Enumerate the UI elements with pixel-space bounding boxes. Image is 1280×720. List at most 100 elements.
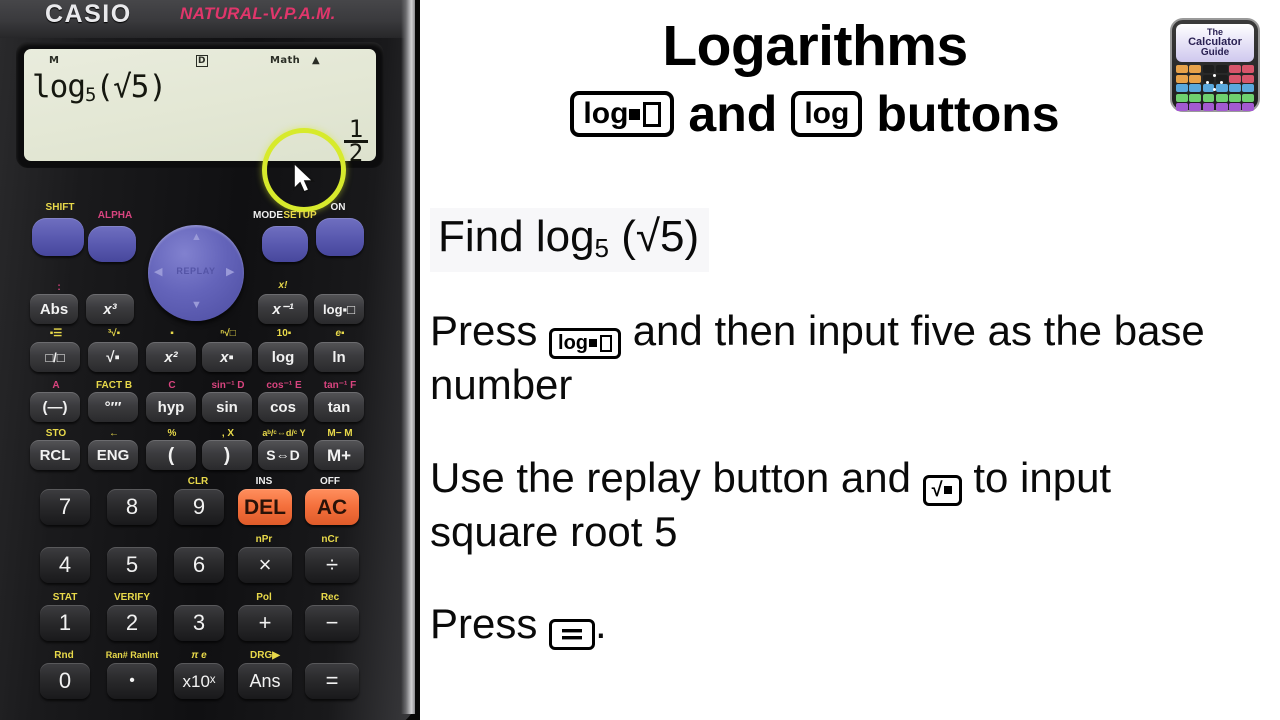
- calculator-right-edge: [401, 0, 415, 714]
- logo-replay-dot-down-icon: [1213, 88, 1216, 91]
- key-equals[interactable]: =: [305, 663, 359, 699]
- shift-key[interactable]: [32, 218, 84, 256]
- key-hyp[interactable]: hyp: [146, 392, 196, 422]
- mode-setup-key[interactable]: [262, 226, 308, 262]
- logo-key-cell: [1229, 74, 1241, 83]
- key-eng[interactable]: ENG: [88, 440, 138, 470]
- key-9[interactable]: 9: [174, 489, 224, 525]
- step-2: Use the replay button and √ to input squ…: [430, 452, 1230, 557]
- on-key[interactable]: [316, 218, 364, 256]
- step-1-log-base-key-icon: log: [549, 327, 622, 359]
- lcd-expression-argument: (√5): [95, 69, 167, 105]
- key-square-root[interactable]: √▪: [88, 342, 138, 372]
- key-sin[interactable]: sin: [202, 392, 252, 422]
- key-6-label: 6: [192, 552, 206, 577]
- key-tan[interactable]: tan: [314, 392, 364, 422]
- key-x-squared[interactable]: x²: [146, 342, 196, 372]
- log-key-icon-text: log: [804, 97, 850, 130]
- key-square-root-label: √▪: [106, 348, 120, 366]
- key-del[interactable]: DEL: [238, 489, 292, 525]
- subtitle-and: and: [688, 86, 778, 142]
- key-2[interactable]: 2: [107, 605, 157, 641]
- logo-key-cell: [1242, 93, 1254, 102]
- key-open-paren[interactable]: (: [146, 440, 196, 470]
- key-x-cubed[interactable]: x³: [86, 294, 134, 324]
- key-ln[interactable]: ln: [314, 342, 364, 372]
- filled-square-icon: [589, 339, 598, 348]
- key-minus-label: −: [325, 610, 339, 635]
- empty-square-icon: [643, 101, 662, 127]
- lcd-expression-log: log: [32, 69, 86, 105]
- replay-right-icon[interactable]: ▶: [226, 265, 234, 278]
- key-4[interactable]: 4: [40, 547, 90, 583]
- step-2-prefix: Use the replay button and: [430, 454, 911, 501]
- key-multiply[interactable]: ×: [238, 547, 292, 583]
- sub-percent: %: [167, 428, 177, 439]
- key-log-base[interactable]: log▪□: [314, 294, 364, 324]
- key-times-ten-power[interactable]: x10ˣ: [174, 663, 224, 699]
- sub-off: OFF: [320, 476, 340, 487]
- key-ac-label: AC: [316, 495, 348, 519]
- casio-brand-logo: CASIO: [45, 0, 132, 28]
- key-divide[interactable]: ÷: [305, 547, 359, 583]
- key-s-to-d[interactable]: S⇔D: [258, 440, 308, 470]
- key-6[interactable]: 6: [174, 547, 224, 583]
- step-3-prefix: Press: [430, 600, 538, 647]
- key-decimal-point[interactable]: •: [107, 663, 157, 699]
- equals-glyph-icon: [562, 629, 583, 640]
- key-x-cubed-label: x³: [103, 300, 117, 318]
- replay-up-icon[interactable]: ▲: [191, 231, 202, 243]
- sub-memory-minus: M− M: [327, 428, 353, 439]
- key-negative[interactable]: (—): [30, 392, 80, 422]
- logo-key-cell: [1229, 103, 1241, 111]
- key-7[interactable]: 7: [40, 489, 90, 525]
- key-abs[interactable]: Abs: [30, 294, 78, 324]
- mouse-cursor-icon: [293, 162, 316, 194]
- key-x-power[interactable]: x▪: [202, 342, 252, 372]
- key-memory-plus[interactable]: M+: [314, 440, 364, 470]
- key-rcl[interactable]: RCL: [30, 440, 80, 470]
- subtitle-buttons: buttons: [876, 86, 1060, 142]
- key-5[interactable]: 5: [107, 547, 157, 583]
- replay-key[interactable]: REPLAY ▲ ◀ ▶ ▼: [148, 225, 244, 321]
- lcd-result-fraction: 1 2: [344, 117, 368, 161]
- problem-statement: Find log5 (√5): [430, 208, 710, 272]
- step-1: Press log and then input five as the bas…: [430, 305, 1230, 410]
- key-1[interactable]: 1: [40, 605, 90, 641]
- key-0-label: 0: [58, 668, 72, 693]
- key-minus[interactable]: −: [305, 605, 359, 641]
- replay-left-icon[interactable]: ◀: [154, 265, 162, 278]
- logo-key-cell: [1229, 65, 1241, 73]
- key-fraction[interactable]: □/□: [30, 342, 80, 372]
- channel-logo[interactable]: The Calculator Guide: [1170, 18, 1260, 112]
- key-del-label: DEL: [244, 495, 286, 519]
- sub-fact-b: FACT B: [95, 380, 133, 391]
- sub-ncr: nCr: [321, 534, 339, 545]
- key-3[interactable]: 3: [174, 605, 224, 641]
- key-close-paren[interactable]: ): [202, 440, 252, 470]
- page-subtitle: log and log buttons: [420, 89, 1210, 139]
- key-2-label: 2: [125, 610, 139, 635]
- replay-down-icon[interactable]: ▼: [191, 299, 202, 311]
- setup-label: SETUP: [283, 210, 317, 221]
- key-equals-label: =: [325, 668, 339, 693]
- filled-square-icon: [943, 486, 952, 495]
- key-plus[interactable]: +: [238, 605, 292, 641]
- logo-key-cell: [1189, 74, 1201, 83]
- key-0[interactable]: 0: [40, 663, 90, 699]
- lcd-memory-indicator: M: [49, 55, 60, 66]
- alpha-key[interactable]: [88, 226, 136, 262]
- logo-key-cell: [1215, 93, 1228, 102]
- key-x-inverse[interactable]: x⁻¹: [258, 294, 308, 324]
- key-cos[interactable]: cos: [258, 392, 308, 422]
- key-8[interactable]: 8: [107, 489, 157, 525]
- key-multiply-label: ×: [258, 552, 272, 577]
- logo-key-cell: [1176, 65, 1188, 73]
- logo-key-cell: [1229, 84, 1241, 92]
- key-ans[interactable]: Ans: [238, 663, 292, 699]
- sub-stat: STAT: [52, 592, 78, 603]
- key-log[interactable]: log: [258, 342, 308, 372]
- key-ac[interactable]: AC: [305, 489, 359, 525]
- key-degrees-minutes-seconds[interactable]: °′″: [88, 392, 138, 422]
- sub-clr: CLR: [187, 476, 209, 487]
